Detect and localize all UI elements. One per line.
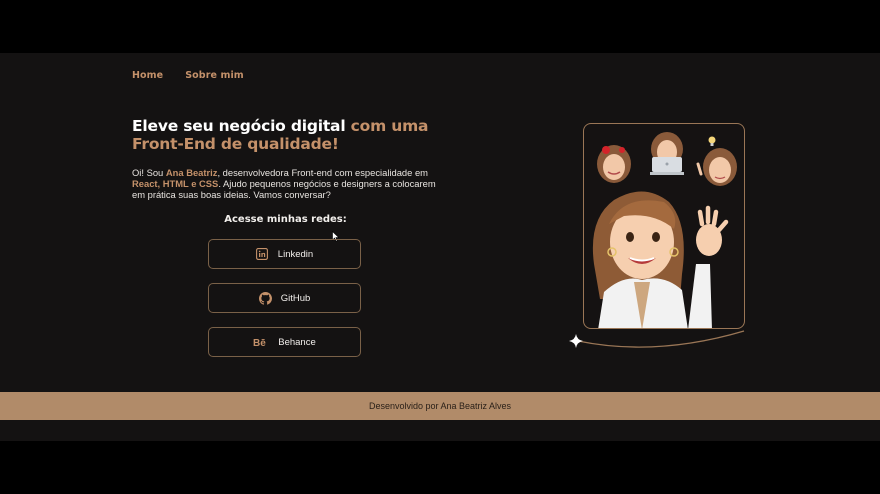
headline-accent-1: com xyxy=(350,117,387,135)
linkedin-button[interactable]: Linkedin xyxy=(208,239,361,269)
portfolio-page: Home Sobre mim Eleve seu negócio digital… xyxy=(0,53,880,441)
behance-icon: Bē xyxy=(253,336,269,349)
github-icon xyxy=(258,291,272,305)
sticker-2 xyxy=(650,132,684,175)
intro-text-2: , desenvolvedora Front-end com especiali… xyxy=(217,167,428,178)
social-title: Acesse minhas redes: xyxy=(224,214,347,225)
intro-text-1: Oi! Sou xyxy=(132,167,166,178)
linkedin-icon xyxy=(256,248,269,261)
nav-home-link[interactable]: Home xyxy=(132,70,163,81)
headline-white: Eleve seu negócio digital xyxy=(132,117,346,135)
top-nav: Home Sobre mim xyxy=(132,70,244,81)
main-memoji xyxy=(592,191,729,328)
sticker-3 xyxy=(696,136,737,186)
footer-credit: Desenvolvido por Ana Beatriz Alves xyxy=(368,401,512,411)
sparkle-icon xyxy=(569,334,583,348)
hero-intro: Oi! Sou Ana Beatriz, desenvolvedora Fron… xyxy=(132,167,442,200)
hero-headline: Eleve seu negócio digital com uma Front-… xyxy=(132,117,432,153)
github-label: GitHub xyxy=(280,292,311,304)
intro-name: Ana Beatriz xyxy=(165,167,218,178)
behance-button[interactable]: Bē Behance xyxy=(208,327,361,357)
memoji-illustration xyxy=(592,132,737,328)
intro-skills: React, HTML e CSS xyxy=(132,178,219,189)
behance-label: Behance xyxy=(278,336,316,348)
nav-about-link[interactable]: Sobre mim xyxy=(185,70,244,81)
github-button[interactable]: GitHub xyxy=(208,283,361,313)
page-footer: Desenvolvido por Ana Beatriz Alves xyxy=(0,392,880,420)
svg-text:Bē: Bē xyxy=(253,338,266,347)
sticker-1 xyxy=(597,145,631,183)
linkedin-label: Linkedin xyxy=(277,248,314,260)
avatar-frame xyxy=(583,123,745,329)
decorative-arc xyxy=(577,330,745,348)
